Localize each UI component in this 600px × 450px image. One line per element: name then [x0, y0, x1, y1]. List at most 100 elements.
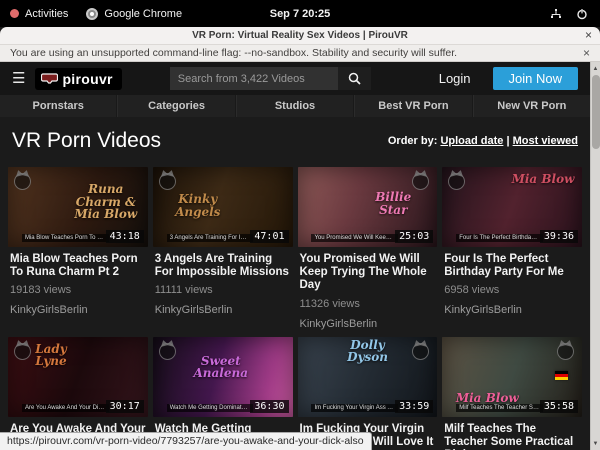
- infobar-close-icon[interactable]: ×: [583, 46, 590, 60]
- scrollbar-thumb[interactable]: [592, 75, 600, 149]
- video-views: 19183 views: [8, 284, 148, 296]
- chrome-app-icon: [86, 8, 98, 20]
- video-thumbnail[interactable]: Runa Charm & Mia Blow Mia Blow Teaches P…: [8, 167, 148, 247]
- site-logo[interactable]: pirouvr: [35, 68, 121, 90]
- order-by-upload-date-link[interactable]: Upload date: [440, 135, 503, 147]
- nav-item-best-vr[interactable]: Best VR Porn: [354, 95, 472, 117]
- video-card[interactable]: Mia Blow Milf Teaches The Teacher Some P…: [442, 337, 582, 450]
- focused-app-menu[interactable]: Google Chrome: [86, 8, 182, 20]
- video-views: 11326 views: [298, 298, 438, 310]
- site-header: ☰ pirouvr Login Join Now: [0, 62, 590, 95]
- thumbnail-caption: Four Is The Perfect Birthday Party For M…: [456, 234, 543, 242]
- scrollbar-down-icon[interactable]: ▼: [591, 437, 600, 450]
- video-thumbnail[interactable]: Mia Blow Four Is The Perfect Birthday Pa…: [442, 167, 582, 247]
- video-title-link[interactable]: Four Is The Perfect Birthday Party For M…: [442, 253, 582, 279]
- thumbnail-caption: You Promised We Will Keep Trying The Who…: [311, 234, 398, 242]
- order-by-separator: |: [506, 135, 509, 147]
- video-title-link[interactable]: You Promised We Will Keep Trying The Who…: [298, 253, 438, 293]
- video-card[interactable]: Runa Charm & Mia Blow Mia Blow Teaches P…: [8, 167, 148, 330]
- thumbnail-caption: Milf Teaches The Teacher Some Practical …: [456, 404, 543, 412]
- status-bar-url: https://pirouvr.com/vr-porn-video/779325…: [0, 432, 372, 450]
- studio-link[interactable]: KinkyGirlsBerlin: [442, 304, 582, 316]
- site-logo-text: pirouvr: [62, 71, 112, 87]
- video-thumbnail[interactable]: Mia Blow Milf Teaches The Teacher Some P…: [442, 337, 582, 417]
- video-card[interactable]: Mia Blow Four Is The Perfect Birthday Pa…: [442, 167, 582, 330]
- activities-button[interactable]: Activities: [10, 8, 68, 20]
- thumbnail-overlay-text: Kinky Angels: [163, 193, 233, 218]
- thumbnail-overlay-text: Mia Blow: [448, 392, 526, 405]
- power-icon[interactable]: [576, 8, 588, 20]
- studio-cat-mask-icon: [159, 173, 176, 190]
- join-now-button[interactable]: Join Now: [493, 67, 578, 90]
- thumbnail-caption: 3 Angels Are Training For Impossible Mis…: [167, 234, 254, 242]
- browser-title-bar[interactable]: VR Porn: Virtual Reality Sex Videos | Pi…: [0, 27, 600, 45]
- video-views: 11111 views: [153, 284, 293, 296]
- nav-item-pornstars[interactable]: Pornstars: [0, 95, 117, 117]
- browser-scrollbar[interactable]: ▲ ▼: [590, 62, 600, 450]
- page-title: VR Porn Videos: [12, 129, 161, 153]
- video-grid: Runa Charm & Mia Blow Mia Blow Teaches P…: [0, 167, 590, 450]
- thumbnail-caption: Watch Me Getting Dominated Softly: [167, 404, 254, 412]
- search-button[interactable]: [338, 67, 371, 90]
- network-icon[interactable]: [550, 8, 562, 20]
- duration-badge: 39:36: [540, 230, 578, 243]
- studio-link[interactable]: KinkyGirlsBerlin: [153, 304, 293, 316]
- browser-viewport: ☰ pirouvr Login Join Now: [0, 62, 600, 450]
- studio-cat-mask-icon: [412, 173, 429, 190]
- clock[interactable]: Sep 7 20:25: [270, 8, 331, 20]
- search-input[interactable]: [170, 67, 338, 90]
- menu-hamburger-icon[interactable]: ☰: [12, 71, 25, 86]
- search-icon: [348, 72, 361, 85]
- video-card[interactable]: Kinky Angels 3 Angels Are Training For I…: [153, 167, 293, 330]
- scrollbar-up-icon[interactable]: ▲: [591, 62, 600, 75]
- video-title-link[interactable]: Milf Teaches The Teacher Some Practical …: [442, 423, 582, 450]
- order-by-label: Order by:: [388, 135, 438, 147]
- main-nav: Pornstars Categories Studios Best VR Por…: [0, 95, 590, 117]
- studio-link[interactable]: KinkyGirlsBerlin: [8, 304, 148, 316]
- studio-cat-mask-icon: [412, 343, 429, 360]
- search-bar: [170, 67, 371, 90]
- video-title-link[interactable]: Mia Blow Teaches Porn To Runa Charm Pt 2: [8, 253, 148, 279]
- chrome-infobar: You are using an unsupported command-lin…: [0, 45, 600, 62]
- thumbnail-caption: Im Fucking Your Virgin Ass And You Will …: [311, 404, 398, 412]
- video-views: 6958 views: [442, 284, 582, 296]
- video-card[interactable]: Billie Star You Promised We Will Keep Tr…: [298, 167, 438, 330]
- window-title: VR Porn: Virtual Reality Sex Videos | Pi…: [192, 30, 408, 41]
- order-by-control: Order by: Upload date | Most viewed: [388, 135, 578, 147]
- nav-item-studios[interactable]: Studios: [236, 95, 354, 117]
- window-close-icon[interactable]: ×: [585, 28, 592, 42]
- thumbnail-overlay-text: Billie Star: [361, 191, 425, 216]
- login-link[interactable]: Login: [439, 71, 471, 86]
- duration-badge: 47:01: [250, 230, 288, 243]
- order-by-most-viewed-link[interactable]: Most viewed: [513, 135, 578, 147]
- nav-item-new-vr[interactable]: New VR Porn: [473, 95, 590, 117]
- studio-cat-mask-icon: [14, 173, 31, 190]
- duration-badge: 25:03: [395, 230, 433, 243]
- activities-label: Activities: [25, 8, 68, 20]
- duration-badge: 36:30: [250, 400, 288, 413]
- video-title-link[interactable]: 3 Angels Are Training For Impossible Mis…: [153, 253, 293, 279]
- activities-indicator-icon: [10, 9, 19, 18]
- duration-badge: 33:59: [395, 400, 433, 413]
- thumbnail-caption: Mia Blow Teaches Porn To Runa Charm Pt 2: [22, 234, 109, 242]
- nav-item-categories[interactable]: Categories: [117, 95, 235, 117]
- studio-cat-mask-icon: [448, 173, 465, 190]
- video-thumbnail[interactable]: Kinky Angels 3 Angels Are Training For I…: [153, 167, 293, 247]
- thumbnail-overlay-text: Dolly Dyson: [332, 339, 404, 364]
- duration-badge: 30:17: [106, 400, 144, 413]
- video-thumbnail[interactable]: Lady Lyne Are You Awake And Your Dick Al…: [8, 337, 148, 417]
- desktop-screen: Activities Google Chrome Sep 7 20:25 VR …: [0, 0, 600, 450]
- vr-goggles-icon: [41, 73, 58, 84]
- german-flag-icon: [555, 371, 568, 380]
- duration-badge: 43:18: [106, 230, 144, 243]
- thumbnail-overlay-text: Sweet Analena: [181, 355, 261, 380]
- web-page: ☰ pirouvr Login Join Now: [0, 62, 590, 450]
- studio-cat-mask-icon: [14, 343, 31, 360]
- video-thumbnail[interactable]: Sweet Analena Watch Me Getting Dominated…: [153, 337, 293, 417]
- studio-link[interactable]: KinkyGirlsBerlin: [298, 318, 438, 330]
- video-thumbnail[interactable]: Billie Star You Promised We Will Keep Tr…: [298, 167, 438, 247]
- thumbnail-overlay-text: Runa Charm & Mia Blow: [70, 183, 142, 221]
- video-thumbnail[interactable]: Dolly Dyson Im Fucking Your Virgin Ass A…: [298, 337, 438, 417]
- infobar-message: You are using an unsupported command-lin…: [10, 47, 457, 59]
- content-area: VR Porn Videos Order by: Upload date | M…: [0, 117, 590, 450]
